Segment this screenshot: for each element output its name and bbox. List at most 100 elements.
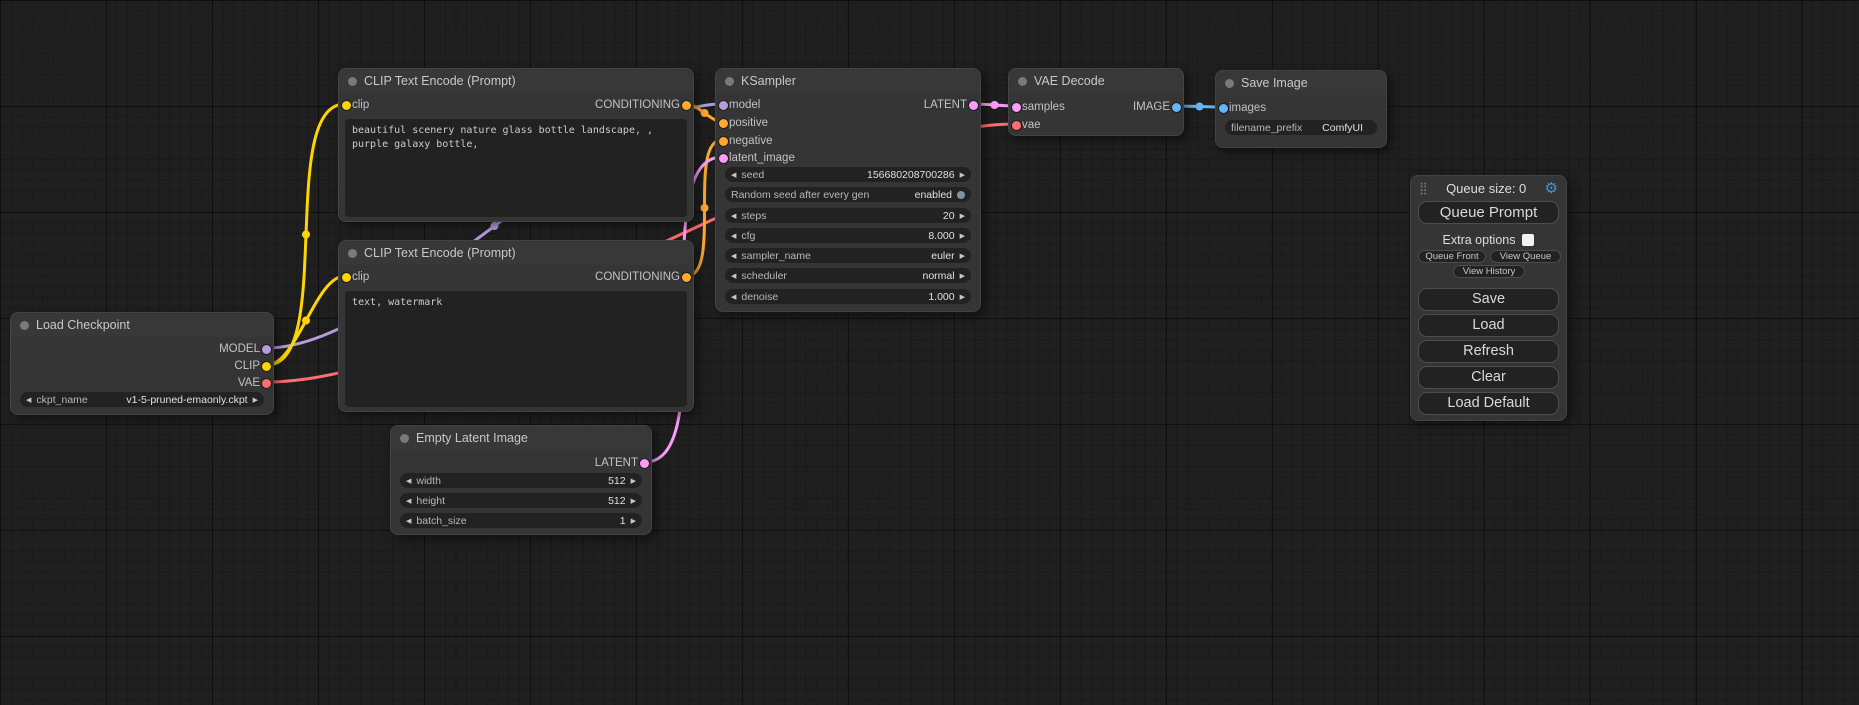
ckpt-name-widget[interactable]: ◀ ckpt_name v1-5-pruned-emaonly.ckpt ▶ xyxy=(20,392,264,407)
seed-widget[interactable]: ◀ seed 156680208700286 ▶ xyxy=(725,167,971,182)
vae-input-dot[interactable] xyxy=(1012,121,1021,130)
slot-label-model: MODEL xyxy=(219,343,260,355)
widget-value: normal xyxy=(923,270,955,282)
steps-widget[interactable]: ◀ steps 20 ▶ xyxy=(725,208,971,223)
decrement-arrow-icon[interactable]: ◀ xyxy=(731,212,736,220)
scheduler-widget[interactable]: ◀ scheduler normal ▶ xyxy=(725,268,971,283)
positive-input-dot[interactable] xyxy=(719,119,728,128)
settings-gear-icon[interactable]: ⚙ xyxy=(1545,179,1558,197)
image-output-dot[interactable] xyxy=(1172,103,1181,112)
queue-menu-panel[interactable]: ⣿ Queue size: 0 ⚙ Queue Prompt Extra opt… xyxy=(1410,175,1567,421)
node-save-image[interactable]: Save Image images filename_prefix ComfyU… xyxy=(1215,70,1387,148)
increment-arrow-icon[interactable]: ▶ xyxy=(253,396,258,404)
increment-arrow-icon[interactable]: ▶ xyxy=(960,272,965,280)
decrement-arrow-icon[interactable]: ◀ xyxy=(26,396,31,404)
width-widget[interactable]: ◀ width 512 ▶ xyxy=(400,473,642,488)
widget-name: width xyxy=(416,475,441,487)
samples-input-dot[interactable] xyxy=(1012,103,1021,112)
view-history-button[interactable]: View History xyxy=(1453,265,1525,278)
increment-arrow-icon[interactable]: ▶ xyxy=(960,171,965,179)
model-output-dot[interactable] xyxy=(262,345,271,354)
clip-output-dot[interactable] xyxy=(262,362,271,371)
node-clip-text-encode-positive[interactable]: CLIP Text Encode (Prompt) clip CONDITION… xyxy=(338,68,694,222)
collapse-dot-icon[interactable] xyxy=(400,434,409,443)
queue-prompt-button[interactable]: Queue Prompt xyxy=(1418,201,1559,224)
collapse-dot-icon[interactable] xyxy=(20,321,29,330)
prompt-text-area[interactable]: text, watermark xyxy=(345,291,687,407)
conditioning-output-dot[interactable] xyxy=(682,273,691,282)
slot-label-conditioning: CONDITIONING xyxy=(595,99,680,111)
negative-input-dot[interactable] xyxy=(719,137,728,146)
load-default-button[interactable]: Load Default xyxy=(1418,392,1559,415)
collapse-dot-icon[interactable] xyxy=(348,249,357,258)
decrement-arrow-icon[interactable]: ◀ xyxy=(406,517,411,525)
collapse-dot-icon[interactable] xyxy=(725,77,734,86)
decrement-arrow-icon[interactable]: ◀ xyxy=(731,272,736,280)
node-load-checkpoint[interactable]: Load Checkpoint MODEL CLIP VAE ◀ ckpt_na… xyxy=(10,312,274,415)
images-input-dot[interactable] xyxy=(1219,104,1228,113)
slot-label-clip: clip xyxy=(352,271,369,283)
conditioning-output-dot[interactable] xyxy=(682,101,691,110)
increment-arrow-icon[interactable]: ▶ xyxy=(631,477,636,485)
queue-front-button[interactable]: Queue Front xyxy=(1418,250,1486,263)
node-header[interactable]: CLIP Text Encode (Prompt) xyxy=(339,241,693,265)
batch-size-widget[interactable]: ◀ batch_size 1 ▶ xyxy=(400,513,642,528)
wire-midpoint-dot xyxy=(991,101,999,109)
slot-label-clip: CLIP xyxy=(234,360,260,372)
random-seed-toggle-widget[interactable]: Random seed after every gen enabled xyxy=(725,187,971,202)
decrement-arrow-icon[interactable]: ◀ xyxy=(731,252,736,260)
node-empty-latent-image[interactable]: Empty Latent Image LATENT ◀ width 512 ▶ … xyxy=(390,425,652,535)
prompt-text-area[interactable]: beautiful scenery nature glass bottle la… xyxy=(345,119,687,217)
node-clip-text-encode-negative[interactable]: CLIP Text Encode (Prompt) clip CONDITION… xyxy=(338,240,694,412)
node-header[interactable]: Load Checkpoint xyxy=(11,313,273,337)
save-button[interactable]: Save xyxy=(1418,288,1559,311)
load-button[interactable]: Load xyxy=(1418,314,1559,337)
denoise-widget[interactable]: ◀ denoise 1.000 ▶ xyxy=(725,289,971,304)
increment-arrow-icon[interactable]: ▶ xyxy=(631,497,636,505)
decrement-arrow-icon[interactable]: ◀ xyxy=(406,477,411,485)
node-header[interactable]: Save Image xyxy=(1216,71,1386,95)
clip-input-dot[interactable] xyxy=(342,101,351,110)
collapse-dot-icon[interactable] xyxy=(348,77,357,86)
cfg-widget[interactable]: ◀ cfg 8.000 ▶ xyxy=(725,228,971,243)
slot-row: images xyxy=(1229,102,1373,114)
toggle-enabled-dot[interactable] xyxy=(957,191,965,199)
refresh-button[interactable]: Refresh xyxy=(1418,340,1559,363)
decrement-arrow-icon[interactable]: ◀ xyxy=(406,497,411,505)
node-vae-decode[interactable]: VAE Decode samples IMAGE vae xyxy=(1008,68,1184,136)
increment-arrow-icon[interactable]: ▶ xyxy=(960,252,965,260)
node-header[interactable]: Empty Latent Image xyxy=(391,426,651,450)
increment-arrow-icon[interactable]: ▶ xyxy=(631,517,636,525)
height-widget[interactable]: ◀ height 512 ▶ xyxy=(400,493,642,508)
node-graph-canvas[interactable]: Load Checkpoint MODEL CLIP VAE ◀ ckpt_na… xyxy=(0,0,1859,705)
sampler-name-widget[interactable]: ◀ sampler_name euler ▶ xyxy=(725,248,971,263)
node-header[interactable]: VAE Decode xyxy=(1009,69,1183,93)
filename-prefix-widget[interactable]: filename_prefix ComfyUI xyxy=(1225,120,1377,135)
node-ksampler[interactable]: KSampler model LATENT positive negative … xyxy=(715,68,981,312)
collapse-dot-icon[interactable] xyxy=(1225,79,1234,88)
view-queue-button[interactable]: View Queue xyxy=(1490,250,1561,263)
latent-output-dot[interactable] xyxy=(640,459,649,468)
node-title: KSampler xyxy=(741,74,796,88)
node-header[interactable]: KSampler xyxy=(716,69,980,93)
menu-drag-handle-icon[interactable]: ⣿ xyxy=(1419,181,1428,195)
slot-row: latent_image xyxy=(729,152,967,164)
vae-output-dot[interactable] xyxy=(262,379,271,388)
slot-label-clip: clip xyxy=(352,99,369,111)
latent-image-input-dot[interactable] xyxy=(719,154,728,163)
clip-input-dot[interactable] xyxy=(342,273,351,282)
model-input-dot[interactable] xyxy=(719,101,728,110)
slot-row: VAE xyxy=(24,377,260,389)
extra-options-checkbox[interactable] xyxy=(1522,234,1534,246)
increment-arrow-icon[interactable]: ▶ xyxy=(960,232,965,240)
widget-value: enabled xyxy=(915,189,952,201)
node-header[interactable]: CLIP Text Encode (Prompt) xyxy=(339,69,693,93)
decrement-arrow-icon[interactable]: ◀ xyxy=(731,232,736,240)
decrement-arrow-icon[interactable]: ◀ xyxy=(731,171,736,179)
latent-output-dot[interactable] xyxy=(969,101,978,110)
decrement-arrow-icon[interactable]: ◀ xyxy=(731,293,736,301)
collapse-dot-icon[interactable] xyxy=(1018,77,1027,86)
clear-button[interactable]: Clear xyxy=(1418,366,1559,389)
increment-arrow-icon[interactable]: ▶ xyxy=(960,212,965,220)
increment-arrow-icon[interactable]: ▶ xyxy=(960,293,965,301)
